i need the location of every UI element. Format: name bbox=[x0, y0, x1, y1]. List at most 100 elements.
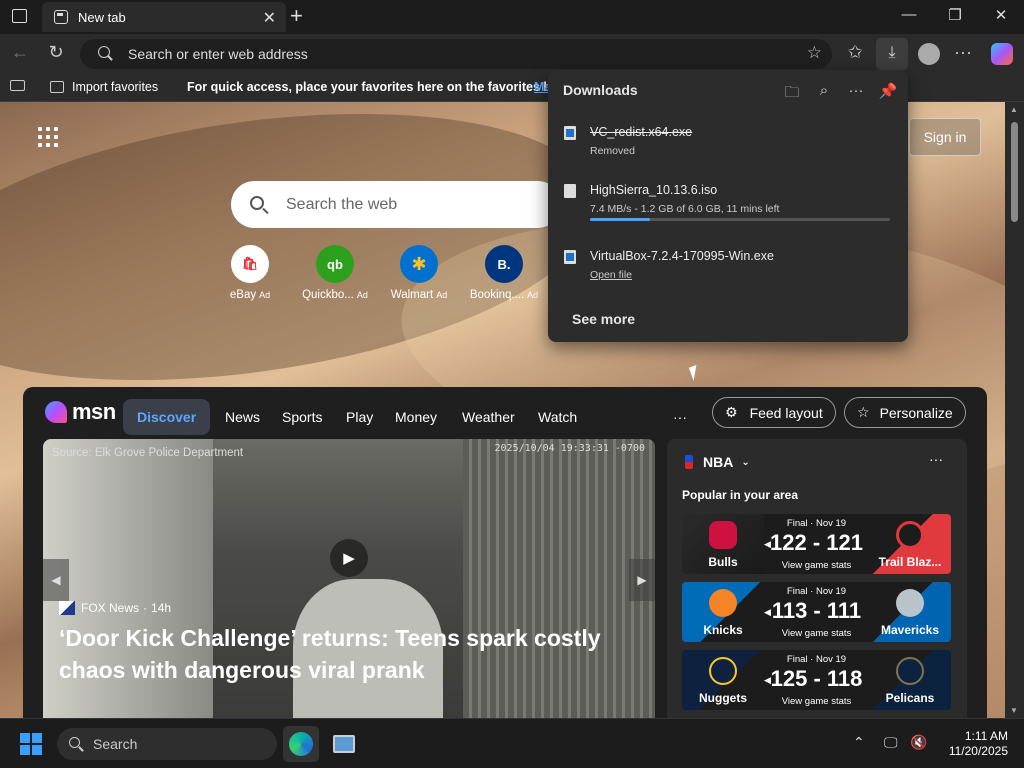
import-icon bbox=[50, 81, 64, 93]
app-installer-taskbar-icon[interactable] bbox=[326, 726, 362, 762]
tab-actions-icon[interactable] bbox=[12, 9, 27, 23]
team-left: Bulls bbox=[682, 514, 764, 574]
downloads-title: Downloads bbox=[563, 82, 638, 98]
address-bar[interactable]: Search or enter web address ☆ bbox=[80, 39, 832, 69]
downloads-icon[interactable]: ⤓ bbox=[876, 38, 908, 70]
more-tabs-button[interactable]: ··· bbox=[673, 399, 687, 435]
windows-start-icon[interactable] bbox=[20, 733, 42, 755]
minimize-button[interactable]: — bbox=[889, 6, 929, 23]
download-status: Removed bbox=[590, 145, 635, 157]
taskbar-search-input[interactable]: Search bbox=[57, 728, 277, 760]
card-more-icon[interactable]: ··· bbox=[929, 451, 943, 467]
edge-taskbar-icon[interactable] bbox=[283, 726, 319, 762]
quick-link-quickbooks[interactable]: qb Quickbo... Ad bbox=[290, 245, 380, 301]
copilot-icon[interactable] bbox=[991, 43, 1013, 65]
download-item[interactable]: VC_redist.x64.exe Removed bbox=[548, 120, 908, 174]
open-file-link[interactable]: Open file bbox=[590, 269, 632, 281]
more-options-icon[interactable]: ··· bbox=[950, 42, 976, 63]
quick-link-ebay[interactable]: 🛍 eBay Ad bbox=[205, 245, 295, 301]
game-row[interactable]: Bulls Final · Nov 19 ◀ 122 - 121 View ga… bbox=[682, 514, 951, 574]
tab-watch[interactable]: Watch bbox=[538, 399, 577, 435]
show-hidden-icons-chevron-icon[interactable]: ⌃ bbox=[853, 734, 865, 751]
game-row[interactable]: Knicks Final · Nov 19 ◀ 113 - 111 View g… bbox=[682, 582, 951, 642]
clock-date: 11/20/2025 bbox=[948, 744, 1008, 758]
volume-muted-icon[interactable]: 🔇 bbox=[910, 734, 927, 751]
downloads-panel: Downloads 🗀 ⌕ ··· 📌 VC_redist.x64.exe Re… bbox=[548, 70, 908, 342]
game-row[interactable]: Nuggets Final · Nov 19 ◀ 125 - 118 View … bbox=[682, 650, 951, 710]
download-item[interactable]: HighSierra_10.13.6.iso 7.4 MB/s - 1.2 GB… bbox=[548, 178, 908, 232]
msn-logo[interactable]: msn bbox=[45, 399, 116, 425]
page-scrollbar[interactable]: ▲ ▼ bbox=[1005, 102, 1024, 718]
view-game-stats-link[interactable]: View game stats bbox=[764, 628, 869, 639]
import-favorites-button[interactable]: Import favorites bbox=[50, 80, 158, 94]
search-icon bbox=[250, 196, 264, 210]
clock-time: 1:11 AM bbox=[964, 729, 1008, 743]
web-search-input[interactable]: Search the web bbox=[231, 181, 561, 228]
taskbar: Search ⌃ 🖵 🔇 1:11 AM 11/20/2025 bbox=[0, 718, 1024, 768]
download-item[interactable]: VirtualBox-7.2.4-170995-Win.exe Open fil… bbox=[548, 244, 908, 298]
quick-link-label: eBay bbox=[229, 289, 257, 301]
pin-icon[interactable]: 📌 bbox=[872, 82, 904, 100]
search-icon bbox=[69, 737, 80, 748]
more-options-icon[interactable]: ··· bbox=[840, 82, 872, 99]
ad-badge: Ad bbox=[436, 290, 448, 300]
walmart-icon: ✱ bbox=[400, 245, 438, 283]
knicks-logo-icon bbox=[709, 589, 737, 617]
sign-in-button[interactable]: Sign in bbox=[909, 118, 981, 156]
team-left: Nuggets bbox=[682, 650, 764, 710]
exe-file-icon bbox=[564, 250, 576, 264]
video-timestamp: 2025/10/04 19:33:31 -0700 bbox=[494, 443, 645, 454]
tab-money[interactable]: Money bbox=[395, 399, 437, 435]
game-status: Final · Nov 19 bbox=[786, 654, 847, 665]
tab-new-tab[interactable]: New tab ✕ bbox=[42, 2, 286, 32]
carousel-prev-icon[interactable]: ◀ bbox=[43, 559, 69, 601]
quick-link-walmart[interactable]: ✱ Walmart Ad bbox=[374, 245, 464, 301]
download-status: 7.4 MB/s - 1.2 GB of 6.0 GB, 11 mins lef… bbox=[590, 203, 780, 215]
open-folder-icon[interactable]: 🗀 bbox=[776, 82, 808, 107]
sparkle-star-icon: ☆ bbox=[857, 404, 870, 420]
refresh-icon[interactable]: ↻ bbox=[43, 42, 69, 63]
new-tab-page-icon bbox=[54, 10, 68, 24]
navigation-bar: ← ↻ Search or enter web address ☆ ✩ ⤓ ··… bbox=[0, 34, 1024, 74]
tab-news[interactable]: News bbox=[225, 399, 260, 435]
tab-sports[interactable]: Sports bbox=[282, 399, 322, 435]
import-favorites-label: Import favorites bbox=[72, 80, 159, 94]
scroll-down-icon[interactable]: ▼ bbox=[1010, 706, 1018, 715]
reading-view-icon[interactable] bbox=[10, 80, 25, 91]
tab-play[interactable]: Play bbox=[346, 399, 373, 435]
tab-weather[interactable]: Weather bbox=[462, 399, 515, 435]
view-game-stats-link[interactable]: View game stats bbox=[764, 560, 869, 571]
close-window-button[interactable]: ✕ bbox=[981, 6, 1021, 24]
publisher[interactable]: FOX News · 14h bbox=[59, 601, 171, 615]
nba-title[interactable]: NBA ⌄ bbox=[685, 454, 750, 470]
system-clock[interactable]: 1:11 AM 11/20/2025 bbox=[949, 729, 1008, 759]
quick-link-booking[interactable]: B. Bookinq.... Ad bbox=[459, 245, 549, 301]
new-tab-button[interactable]: + bbox=[290, 3, 303, 29]
separator-dot: · bbox=[143, 601, 148, 615]
network-icon[interactable]: 🖵 bbox=[884, 734, 898, 751]
play-icon[interactable]: ▶ bbox=[330, 539, 368, 577]
tab-discover[interactable]: Discover bbox=[123, 399, 211, 435]
close-tab-icon[interactable]: ✕ bbox=[263, 8, 276, 28]
team-left: Knicks bbox=[682, 582, 764, 642]
app-launcher-icon[interactable] bbox=[38, 127, 58, 147]
see-more-link[interactable]: See more bbox=[572, 311, 635, 327]
download-progress-fill bbox=[590, 218, 650, 221]
taskbar-search-placeholder: Search bbox=[93, 736, 138, 752]
search-icon[interactable]: ⌕ bbox=[808, 82, 840, 99]
profile-avatar[interactable] bbox=[918, 43, 940, 65]
favorite-star-icon[interactable]: ☆ bbox=[807, 43, 822, 63]
article-headline[interactable]: ‘Door Kick Challenge’ returns: Teens spa… bbox=[59, 622, 619, 686]
favorites-icon[interactable]: ✩ bbox=[842, 42, 868, 63]
personalize-button[interactable]: ☆ Personalize bbox=[844, 397, 966, 428]
sliders-icon: ⚙ bbox=[725, 404, 738, 420]
back-arrow-icon[interactable]: ← bbox=[7, 42, 33, 63]
feed-layout-button[interactable]: ⚙ Feed layout bbox=[712, 397, 836, 428]
maximize-button[interactable]: ❐ bbox=[935, 6, 975, 24]
scrollbar-thumb[interactable] bbox=[1011, 122, 1018, 222]
view-game-stats-link[interactable]: View game stats bbox=[764, 696, 869, 707]
publisher-name: FOX News bbox=[81, 601, 140, 615]
hero-article[interactable]: Source: Elk Grove Police Department 2025… bbox=[43, 439, 655, 718]
scroll-up-icon[interactable]: ▲ bbox=[1010, 105, 1018, 114]
carousel-next-icon[interactable]: ▶ bbox=[629, 559, 655, 601]
